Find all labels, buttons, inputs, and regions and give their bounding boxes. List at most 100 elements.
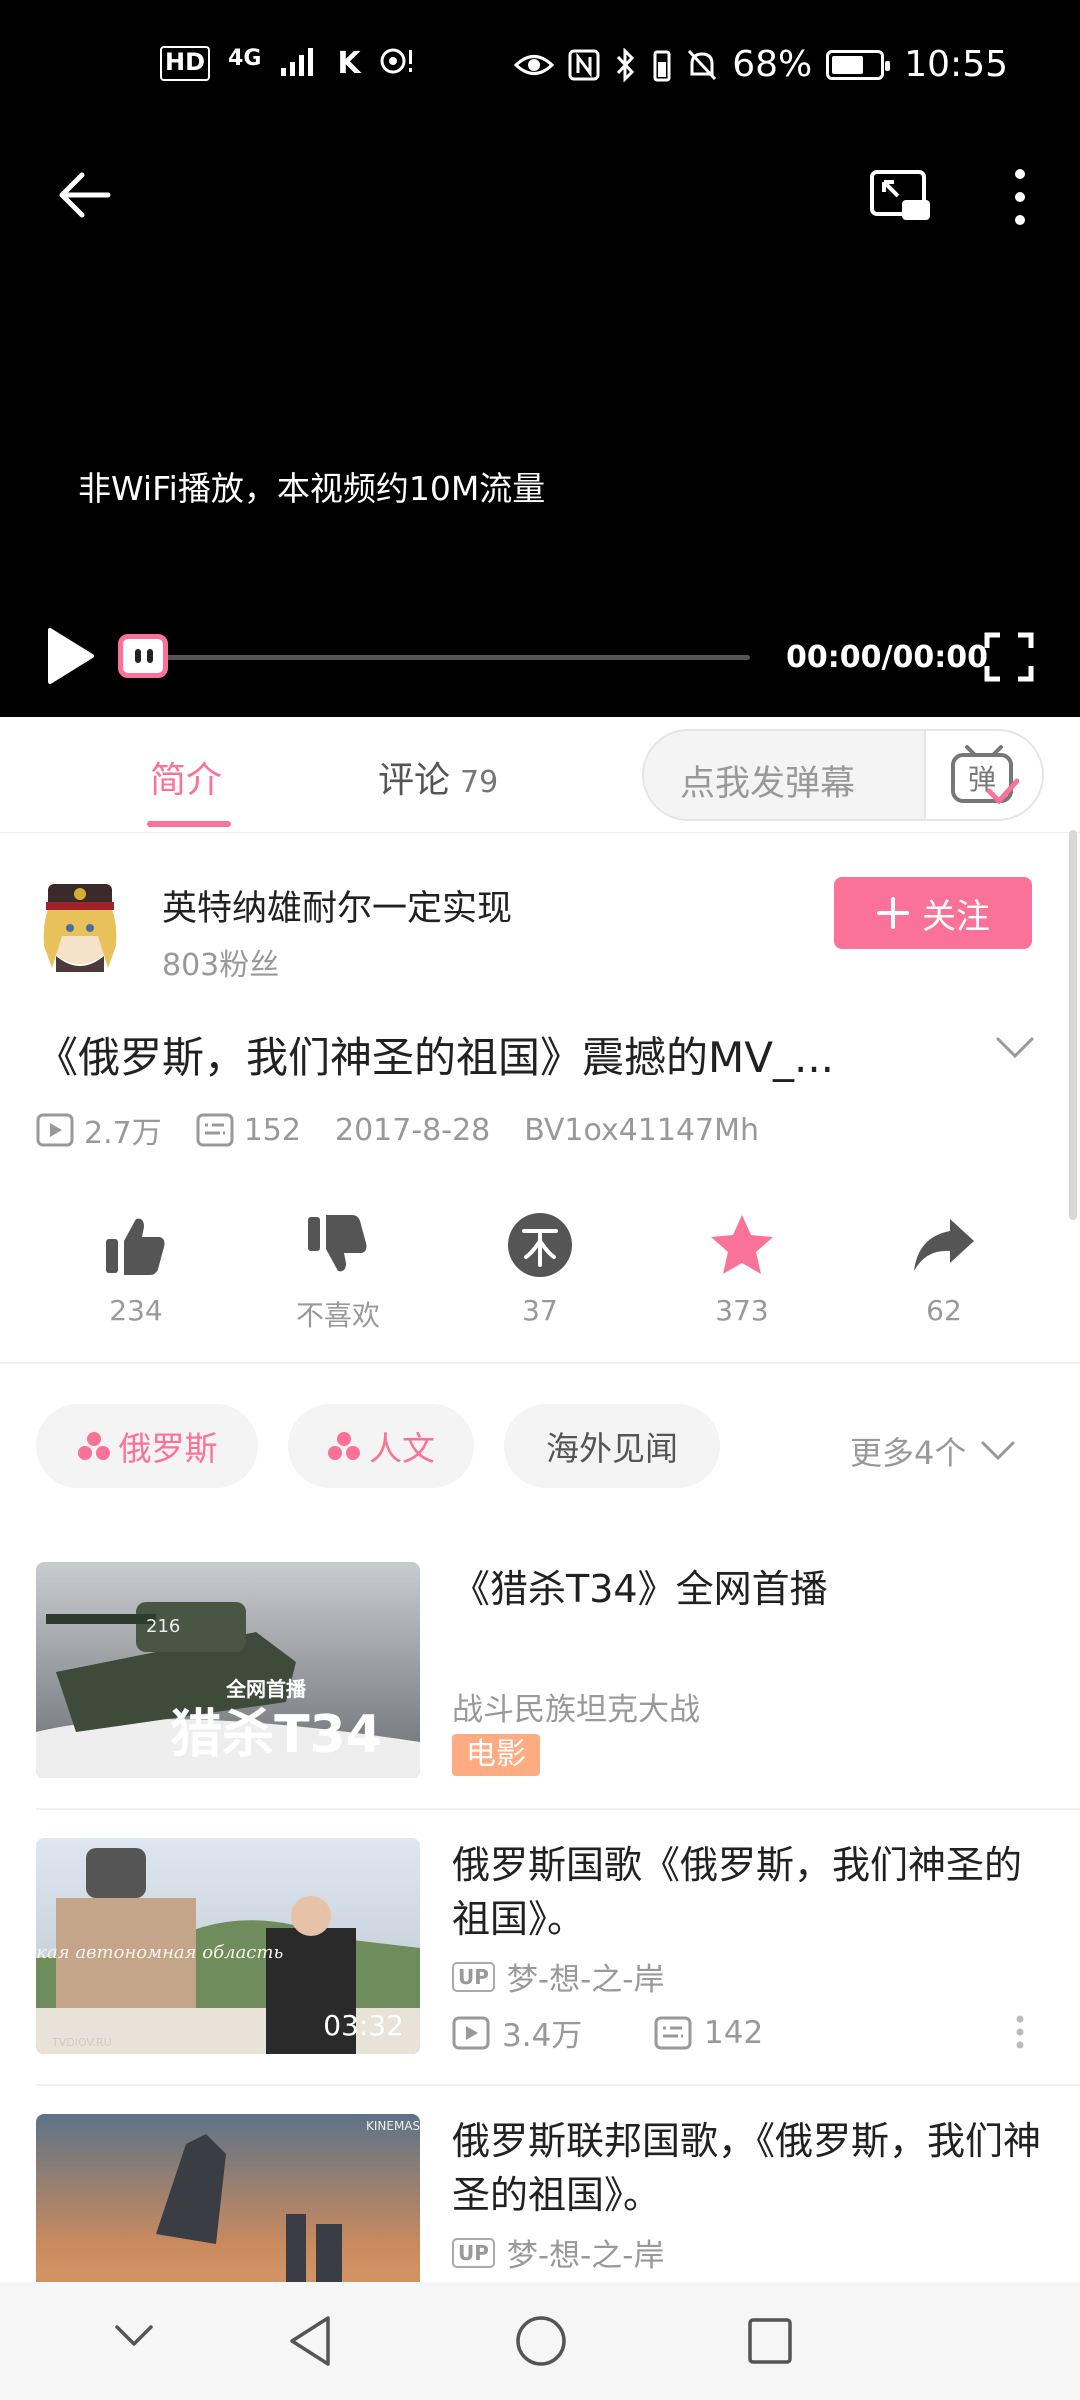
fans-count: 803粉丝: [162, 948, 280, 983]
rec-title: 俄罗斯联邦国歌，《俄罗斯，我们神圣的祖国》。: [452, 2119, 1042, 2217]
chevron-down-icon[interactable]: [995, 1036, 1035, 1060]
thumb-top-caption: 全网首播: [225, 1677, 307, 1701]
home-circle-icon[interactable]: [514, 2314, 568, 2368]
dislike-button[interactable]: 不喜欢: [268, 1208, 408, 1334]
battery-fill: [832, 55, 864, 74]
coin-icon: [508, 1213, 572, 1277]
system-nav-bar: [0, 2282, 1080, 2400]
thumb-main-caption: 猎杀T34: [170, 1705, 382, 1765]
signal-icon: [281, 48, 314, 76]
tab-comments-count: 79: [460, 765, 499, 800]
category-badge: 电影: [452, 1734, 540, 1776]
tab-comments[interactable]: 评论 79: [378, 751, 498, 803]
play-count-icon: [36, 1113, 74, 1147]
rec-title: 俄罗斯国歌《俄罗斯，我们神圣的祖国》。: [452, 1843, 1023, 1941]
nfc-scan-icon: [380, 48, 412, 74]
data-usage-notice: 非WiFi播放，本视频约10M流量: [78, 469, 546, 508]
eye-icon: [514, 54, 555, 75]
playback-time: 00:00/00:00: [786, 640, 988, 675]
danmaku-tv-icon: 弹: [951, 745, 1019, 805]
thumb-caption: Еврейская автономная область: [36, 1942, 283, 1963]
video-thumbnail: Еврейская автономная область TVDIOV.RU 0…: [36, 1838, 420, 2054]
bvid: BV1ox41147Mh: [524, 1112, 760, 1148]
progress-track[interactable]: [150, 655, 750, 660]
fullscreen-icon[interactable]: [984, 632, 1034, 682]
back-arrow-icon[interactable]: [58, 170, 112, 220]
video-meta: 2.7万 152 2017-8-28 BV1ox41147Mh: [36, 1108, 793, 1152]
danmaku-count: 142: [704, 2014, 764, 2051]
tab-bar: 简介 评论 79 点我发弹幕 弹: [0, 717, 1080, 833]
danmaku-input[interactable]: 点我发弹幕 弹: [642, 729, 1044, 821]
view-count: 3.4万: [502, 2018, 583, 2054]
play-icon[interactable]: [44, 626, 96, 686]
more-vertical-icon[interactable]: [1014, 2014, 1026, 2050]
k-indicator: K: [337, 46, 361, 81]
tag-cluster-icon: [77, 1432, 110, 1460]
status-bar: HD 4G K 68% 10:55: [0, 0, 1080, 140]
favorite-count: 373: [715, 1294, 769, 1327]
dislike-label: 不喜欢: [295, 1299, 380, 1332]
more-tags-button[interactable]: 更多4个: [850, 1428, 1016, 1474]
danmaku-count-icon: [196, 1113, 234, 1147]
video-thumbnail: 216 全网首播 猎杀T34: [36, 1562, 420, 1778]
up-badge: UP: [452, 1961, 495, 1992]
battery-percent: 68%: [732, 44, 813, 85]
scrollbar[interactable]: [1069, 830, 1077, 1220]
danmaku-count: 152: [243, 1112, 301, 1148]
action-row: 234 不喜欢 37 373 62: [0, 1208, 1080, 1338]
tag-label: 俄罗斯: [118, 1429, 218, 1468]
video-title: 《俄罗斯，我们神圣的祖国》震撼的MV_...: [36, 1033, 835, 1082]
recents-square-icon[interactable]: [746, 2314, 794, 2368]
tab-intro[interactable]: 简介: [150, 751, 222, 803]
list-item[interactable]: Еврейская автономная область TVDIOV.RU 0…: [0, 1838, 1080, 2114]
tag-overseas[interactable]: 海外见闻: [504, 1404, 720, 1488]
danmaku-toggle-button[interactable]: 弹: [924, 731, 1042, 819]
star-icon: [711, 1215, 773, 1274]
tab-indicator: [147, 821, 231, 827]
thumbs-down-icon: [308, 1215, 367, 1272]
rec-author: UP 梦-想-之-岸: [452, 1954, 664, 1999]
more-vertical-icon[interactable]: [1008, 168, 1032, 226]
coin-count: 37: [522, 1294, 558, 1327]
plus-icon: [877, 897, 909, 929]
author-name: 梦-想-之-岸: [506, 2238, 665, 2274]
follow-button[interactable]: 关注: [834, 877, 1032, 949]
coin-button[interactable]: 37: [470, 1208, 610, 1327]
tag-label: 人文: [369, 1429, 435, 1468]
tag-culture[interactable]: 人文: [288, 1404, 474, 1488]
favorite-button[interactable]: 373: [672, 1208, 812, 1327]
rec-stats: 3.4万 142: [452, 2010, 763, 2055]
like-button[interactable]: 234: [66, 1208, 206, 1327]
video-player[interactable]: HD 4G K 68% 10:55 非WiFi播放，本视频约10M流量 00:0…: [0, 0, 1080, 717]
chevron-down-icon: [981, 1441, 1015, 1461]
tag-label: 海外见闻: [546, 1429, 678, 1468]
thumb-watermark: KINEMASTER: [366, 2119, 420, 2133]
status-right: 68% 10:55: [514, 44, 1008, 85]
follow-label: 关注: [922, 896, 990, 937]
nfc-icon: [568, 49, 600, 80]
collapse-chevron-icon[interactable]: [114, 2324, 154, 2348]
clock: 10:55: [904, 44, 1008, 85]
back-triangle-icon[interactable]: [286, 2314, 332, 2368]
uploader-name[interactable]: 英特纳雄耐尔一定实现: [162, 880, 512, 931]
tag-russia[interactable]: 俄罗斯: [36, 1404, 258, 1488]
avatar[interactable]: [38, 876, 122, 972]
rec-author: UP 梦-想-之-岸: [452, 2230, 664, 2275]
cast-screen-icon[interactable]: [868, 168, 932, 224]
like-count: 234: [109, 1294, 163, 1327]
publish-date: 2017-8-28: [334, 1112, 491, 1148]
share-button[interactable]: 62: [874, 1208, 1014, 1327]
list-divider: [36, 2084, 1080, 2086]
network-indicator: 4G: [228, 46, 262, 71]
status-left: HD 4G K: [160, 46, 415, 81]
danmaku-placeholder: 点我发弹幕: [680, 764, 856, 804]
battery-icon: [826, 49, 891, 80]
thumbs-up-icon: [106, 1218, 165, 1275]
tab-comments-label: 评论: [378, 760, 451, 801]
play-count-icon: [452, 2016, 490, 2049]
list-item[interactable]: 216 全网首播 猎杀T34 《猎杀T34》全网首播 战斗民族坦克大战: [0, 1562, 1080, 1838]
hd-indicator: HD: [160, 46, 211, 81]
rec-subtitle: 战斗民族坦克大战: [452, 1692, 700, 1728]
progress-knob[interactable]: [118, 634, 168, 678]
rec-title: 《猎杀T34》全网首播: [452, 1567, 828, 1611]
